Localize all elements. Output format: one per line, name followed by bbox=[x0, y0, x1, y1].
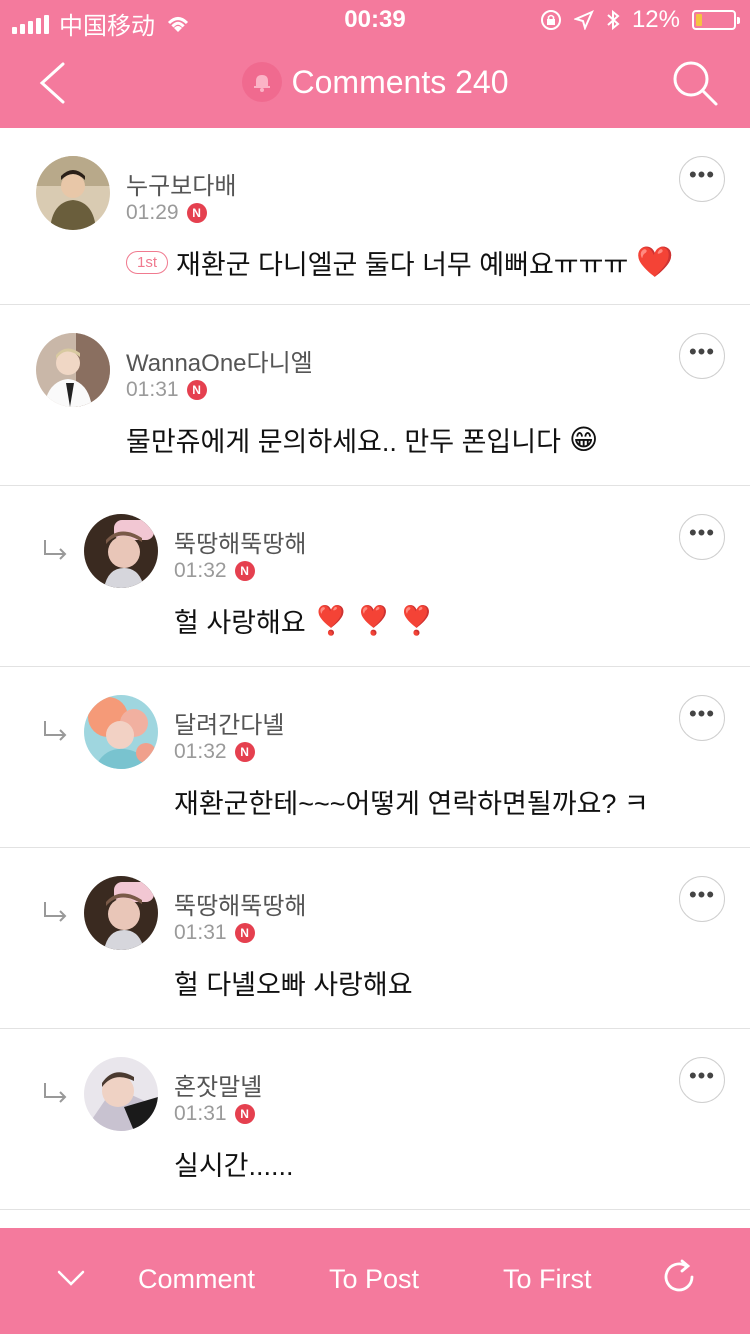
orientation-lock-icon bbox=[540, 10, 561, 30]
comment-text: 실시간...... bbox=[174, 1151, 294, 1181]
avatar[interactable] bbox=[84, 876, 158, 950]
comment-author[interactable]: 달려간다녤 bbox=[174, 705, 284, 740]
avatar[interactable] bbox=[84, 514, 158, 588]
comment-time: 01:32 N bbox=[174, 559, 255, 583]
reply-arrow-icon bbox=[44, 540, 67, 560]
more-options-button[interactable]: ••• bbox=[679, 156, 725, 202]
header: 中国移动 00:39 12% Comments 240 bbox=[0, 0, 750, 128]
more-options-button[interactable]: ••• bbox=[679, 695, 725, 741]
grin-emoji: 😁 bbox=[568, 424, 599, 455]
more-options-button[interactable]: ••• bbox=[679, 876, 725, 922]
collapse-chevron-icon[interactable] bbox=[56, 1268, 86, 1288]
avatar[interactable] bbox=[84, 1057, 158, 1131]
to-post-button[interactable]: To Post bbox=[329, 1264, 419, 1295]
comment-item: 달려간다녤 01:32 N 재환군한테~~~어떻게 연락하면될까요? ㅋ ••• bbox=[0, 667, 750, 848]
comment-time: 01:29 N bbox=[126, 201, 207, 225]
reply-arrow-icon bbox=[44, 1083, 67, 1103]
timestamp: 01:31 bbox=[174, 1102, 227, 1125]
nav-bar: Comments 240 bbox=[0, 40, 750, 128]
avatar[interactable] bbox=[36, 156, 110, 230]
comment-time: 01:31 N bbox=[174, 921, 255, 945]
more-options-button[interactable]: ••• bbox=[679, 333, 725, 379]
battery-icon bbox=[692, 10, 740, 30]
bottom-toolbar: Comment To Post To First bbox=[0, 1228, 750, 1334]
comment-author[interactable]: 혼잣말녤 bbox=[174, 1067, 262, 1102]
comment-list: 누구보다배 01:29 N 1st 재환군 다니엘군 둘다 너무 예뻐요ㅠㅠㅠ ❤… bbox=[0, 128, 750, 1210]
title-area: Comments 240 bbox=[0, 62, 750, 102]
comment-author[interactable]: 뚝땅해뚝땅해 bbox=[174, 886, 306, 921]
new-badge: N bbox=[234, 923, 255, 943]
comment-author[interactable]: 누구보다배 bbox=[126, 166, 236, 201]
comment-body: 1st 재환군 다니엘군 둘다 너무 예뻐요ㅠㅠㅠ ❤️ bbox=[126, 243, 674, 282]
comment-text: 재환군 다니엘군 둘다 너무 예뻐요ㅠㅠㅠ bbox=[176, 250, 629, 280]
comment-text: 헐 다녤오빠 사랑해요 bbox=[174, 970, 413, 1000]
comment-body: 물만쥬에게 문의하세요.. 만두 폰입니다 😁 bbox=[126, 420, 598, 459]
new-badge: N bbox=[186, 203, 207, 223]
comment-author[interactable]: 뚝땅해뚝땅해 bbox=[174, 524, 306, 559]
new-badge: N bbox=[186, 380, 207, 400]
comment-time: 01:32 N bbox=[174, 740, 255, 764]
comment-time: 01:31 N bbox=[126, 378, 207, 402]
new-badge: N bbox=[234, 742, 255, 762]
timestamp: 01:31 bbox=[126, 378, 179, 401]
comment-body: 실시간...... bbox=[174, 1144, 294, 1183]
location-icon bbox=[573, 10, 594, 30]
new-badge: N bbox=[234, 1104, 255, 1124]
comment-body: 헐 사랑해요 ❣️ ❣️ ❣️ bbox=[174, 601, 434, 640]
heart-emoji: ❤️ bbox=[636, 246, 674, 279]
comment-item: 누구보다배 01:29 N 1st 재환군 다니엘군 둘다 너무 예뻐요ㅠㅠㅠ ❤… bbox=[0, 128, 750, 305]
comment-body: 헐 다녤오빠 사랑해요 bbox=[174, 963, 413, 1002]
comment-button[interactable]: Comment bbox=[138, 1264, 255, 1295]
comment-text: 헐 사랑해요 bbox=[174, 608, 306, 638]
more-options-button[interactable]: ••• bbox=[679, 514, 725, 560]
comment-item: 뚝땅해뚝땅해 01:31 N 헐 다녤오빠 사랑해요 ••• bbox=[0, 848, 750, 1029]
comment-text: 물만쥬에게 문의하세요.. 만두 폰입니다 bbox=[126, 427, 561, 457]
reply-arrow-icon bbox=[44, 721, 67, 741]
status-bar: 中国移动 00:39 12% bbox=[0, 0, 750, 40]
avatar[interactable] bbox=[36, 333, 110, 407]
timestamp: 01:32 bbox=[174, 740, 227, 763]
comment-time: 01:31 N bbox=[174, 1102, 255, 1126]
new-badge: N bbox=[234, 561, 255, 581]
comment-item: 뚝땅해뚝땅해 01:32 N 헐 사랑해요 ❣️ ❣️ ❣️ ••• bbox=[0, 486, 750, 667]
refresh-icon[interactable] bbox=[658, 1256, 700, 1298]
first-comment-badge: 1st bbox=[126, 251, 169, 274]
timestamp: 01:32 bbox=[174, 559, 227, 582]
bluetooth-icon bbox=[607, 9, 620, 31]
timestamp: 01:29 bbox=[126, 201, 179, 224]
page-title: Comments 240 bbox=[291, 63, 509, 100]
comment-author[interactable]: WannaOne다니엘 bbox=[126, 343, 313, 378]
battery-percent: 12% bbox=[631, 6, 680, 33]
comment-item: 혼잣말녤 01:31 N 실시간...... ••• bbox=[0, 1029, 750, 1210]
to-first-button[interactable]: To First bbox=[503, 1264, 592, 1295]
more-options-button[interactable]: ••• bbox=[679, 1057, 725, 1103]
timestamp: 01:31 bbox=[174, 921, 227, 944]
heart-exclamation-emoji: ❣️ ❣️ ❣️ bbox=[313, 605, 434, 636]
avatar[interactable] bbox=[84, 695, 158, 769]
reply-arrow-icon bbox=[44, 902, 67, 922]
bell-icon[interactable] bbox=[241, 62, 282, 102]
comment-item: WannaOne다니엘 01:31 N 물만쥬에게 문의하세요.. 만두 폰입니… bbox=[0, 305, 750, 486]
comment-body: 재환군한테~~~어떻게 연락하면될까요? ㅋ bbox=[174, 782, 649, 821]
search-button[interactable] bbox=[668, 56, 722, 110]
comment-text: 재환군한테~~~어떻게 연락하면될까요? ㅋ bbox=[174, 789, 649, 819]
